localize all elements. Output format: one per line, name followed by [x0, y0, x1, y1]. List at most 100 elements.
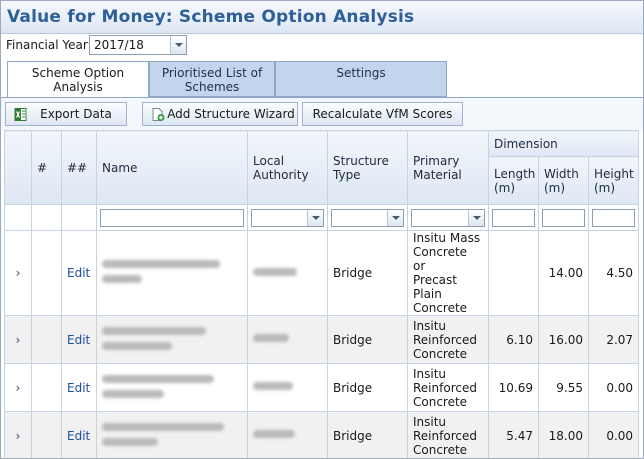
- recalculate-vfm-button[interactable]: Recalculate VfM Scores: [302, 102, 463, 126]
- width-filter-input[interactable]: [542, 208, 585, 227]
- tab-label: Scheme Option: [31, 66, 125, 80]
- filter-cell: [31, 204, 62, 231]
- redacted-text: [253, 382, 293, 390]
- header-line: Length: [494, 166, 536, 181]
- table-row[interactable]: › Edit Bridge Insitu Reinforced Concrete 6…: [4, 315, 640, 364]
- chevron-down-icon[interactable]: [307, 209, 323, 226]
- name-column-header[interactable]: Name: [96, 130, 248, 205]
- edit-link[interactable]: Edit: [61, 315, 97, 364]
- tab-settings[interactable]: Settings: [275, 61, 447, 97]
- width-cell: 16.00: [538, 315, 589, 364]
- structure-type-filter-select[interactable]: [331, 208, 404, 227]
- material-line: Concrete: [413, 301, 468, 315]
- tab-prioritised-list[interactable]: Prioritised List of Schemes: [149, 61, 275, 97]
- financial-year-value: 2017/18: [94, 38, 144, 52]
- material-line: Insitu: [413, 318, 447, 333]
- header-line: Type: [333, 167, 361, 182]
- dimension-group-header: Dimension: [487, 130, 640, 157]
- expand-column-header: [4, 130, 32, 205]
- header-line: Height: [594, 166, 634, 181]
- edit-link[interactable]: Edit: [61, 363, 97, 412]
- material-line: Concrete: [413, 346, 468, 361]
- height-filter-input[interactable]: [592, 208, 636, 227]
- hash-column-header[interactable]: #: [31, 130, 62, 205]
- filter-row: [4, 204, 640, 231]
- height-column-header[interactable]: Height (m): [587, 156, 640, 205]
- redacted-text: [102, 389, 164, 398]
- table-row[interactable]: › Edit Bridge Insitu Mass Concrete or Prec…: [4, 230, 640, 316]
- add-structure-wizard-button[interactable]: Add Structure Wizard: [142, 102, 298, 126]
- financial-year-label: Financial Year:: [6, 38, 92, 52]
- expand-row-icon[interactable]: ›: [4, 230, 32, 316]
- filter-cell: [587, 204, 640, 231]
- header-line: Width: [544, 166, 579, 181]
- name-cell-redacted: [96, 411, 248, 458]
- header-line: Local: [253, 153, 285, 168]
- material-line: Insitu: [413, 414, 447, 429]
- redacted-text: [102, 422, 224, 431]
- table-row[interactable]: › Edit Bridge Insitu Reinforced Concrete 5…: [4, 411, 640, 458]
- name-cell-redacted: [96, 363, 248, 412]
- name-filter-input[interactable]: [100, 208, 244, 227]
- expand-row-icon[interactable]: ›: [4, 315, 32, 364]
- toolbar: Export Data Add Structure Wizard Recalcu…: [1, 97, 643, 130]
- header-line: (m): [494, 180, 516, 195]
- filter-cell: [488, 204, 539, 231]
- redacted-text: [102, 437, 158, 446]
- primary-material-filter-select[interactable]: [411, 208, 485, 227]
- tab-label: Prioritised List of: [161, 66, 263, 80]
- height-cell: 0.00: [587, 411, 640, 458]
- redacted-text: [102, 260, 220, 268]
- chevron-down-icon[interactable]: [387, 209, 403, 226]
- material-line: Reinforced: [413, 332, 477, 347]
- height-cell: 4.50: [587, 230, 640, 316]
- export-data-button[interactable]: Export Data: [5, 102, 127, 126]
- edit-link[interactable]: Edit: [61, 411, 97, 458]
- header-line: Structure: [333, 153, 389, 168]
- chevron-down-icon[interactable]: [170, 36, 186, 54]
- material-line: Precast: [413, 273, 457, 287]
- title-bar: Value for Money: Scheme Option Analysis: [1, 1, 643, 34]
- expand-row-icon[interactable]: ›: [4, 411, 32, 458]
- local-authority-filter-select[interactable]: [251, 208, 324, 227]
- material-line: Reinforced: [413, 380, 477, 395]
- name-cell-redacted: [96, 230, 248, 316]
- primary-material-column-header[interactable]: Primary Material: [407, 130, 489, 205]
- primary-material-cell: Insitu Reinforced Concrete: [407, 315, 489, 364]
- material-line: Plain: [413, 287, 442, 301]
- edit-link[interactable]: Edit: [61, 230, 97, 316]
- material-line: Reinforced: [413, 428, 477, 443]
- local-authority-cell-redacted: [247, 230, 328, 316]
- structure-type-cell: Bridge: [327, 315, 408, 364]
- redacted-text: [253, 334, 289, 342]
- row-number-cell: [31, 363, 62, 412]
- height-cell: 2.07: [587, 315, 640, 364]
- length-filter-input[interactable]: [492, 208, 535, 227]
- local-authority-cell-redacted: [247, 315, 328, 364]
- table-row[interactable]: › Edit Bridge Insitu Reinforced Concrete 1…: [4, 363, 640, 412]
- tab-label: Schemes: [184, 80, 240, 94]
- redacted-text: [102, 326, 206, 335]
- width-column-header[interactable]: Width (m): [538, 156, 589, 205]
- expand-row-icon[interactable]: ›: [4, 363, 32, 412]
- recalculate-vfm-label: Recalculate VfM Scores: [312, 107, 453, 121]
- redacted-text: [102, 275, 142, 283]
- filter-cell: [96, 204, 248, 231]
- length-column-header[interactable]: Length (m): [488, 156, 539, 205]
- material-line: Concrete: [413, 442, 468, 457]
- material-line: Concrete: [413, 394, 468, 409]
- row-number-cell: [31, 411, 62, 458]
- height-cell: 0.00: [587, 363, 640, 412]
- tab-scheme-option-analysis[interactable]: Scheme Option Analysis: [7, 61, 149, 98]
- width-cell: 9.55: [538, 363, 589, 412]
- header-line: (m): [544, 180, 566, 195]
- local-authority-column-header[interactable]: Local Authority: [247, 130, 328, 205]
- structure-type-column-header[interactable]: Structure Type: [327, 130, 408, 205]
- header-line: Material: [413, 167, 462, 182]
- financial-year-select[interactable]: 2017/18: [89, 35, 187, 55]
- edit-column-header[interactable]: ##: [61, 130, 97, 205]
- header-line: Primary: [413, 153, 460, 168]
- chevron-down-icon[interactable]: [468, 209, 484, 226]
- primary-material-cell: Insitu Mass Concrete or Precast Plain Concre…: [407, 230, 489, 316]
- material-line: Insitu: [413, 366, 447, 381]
